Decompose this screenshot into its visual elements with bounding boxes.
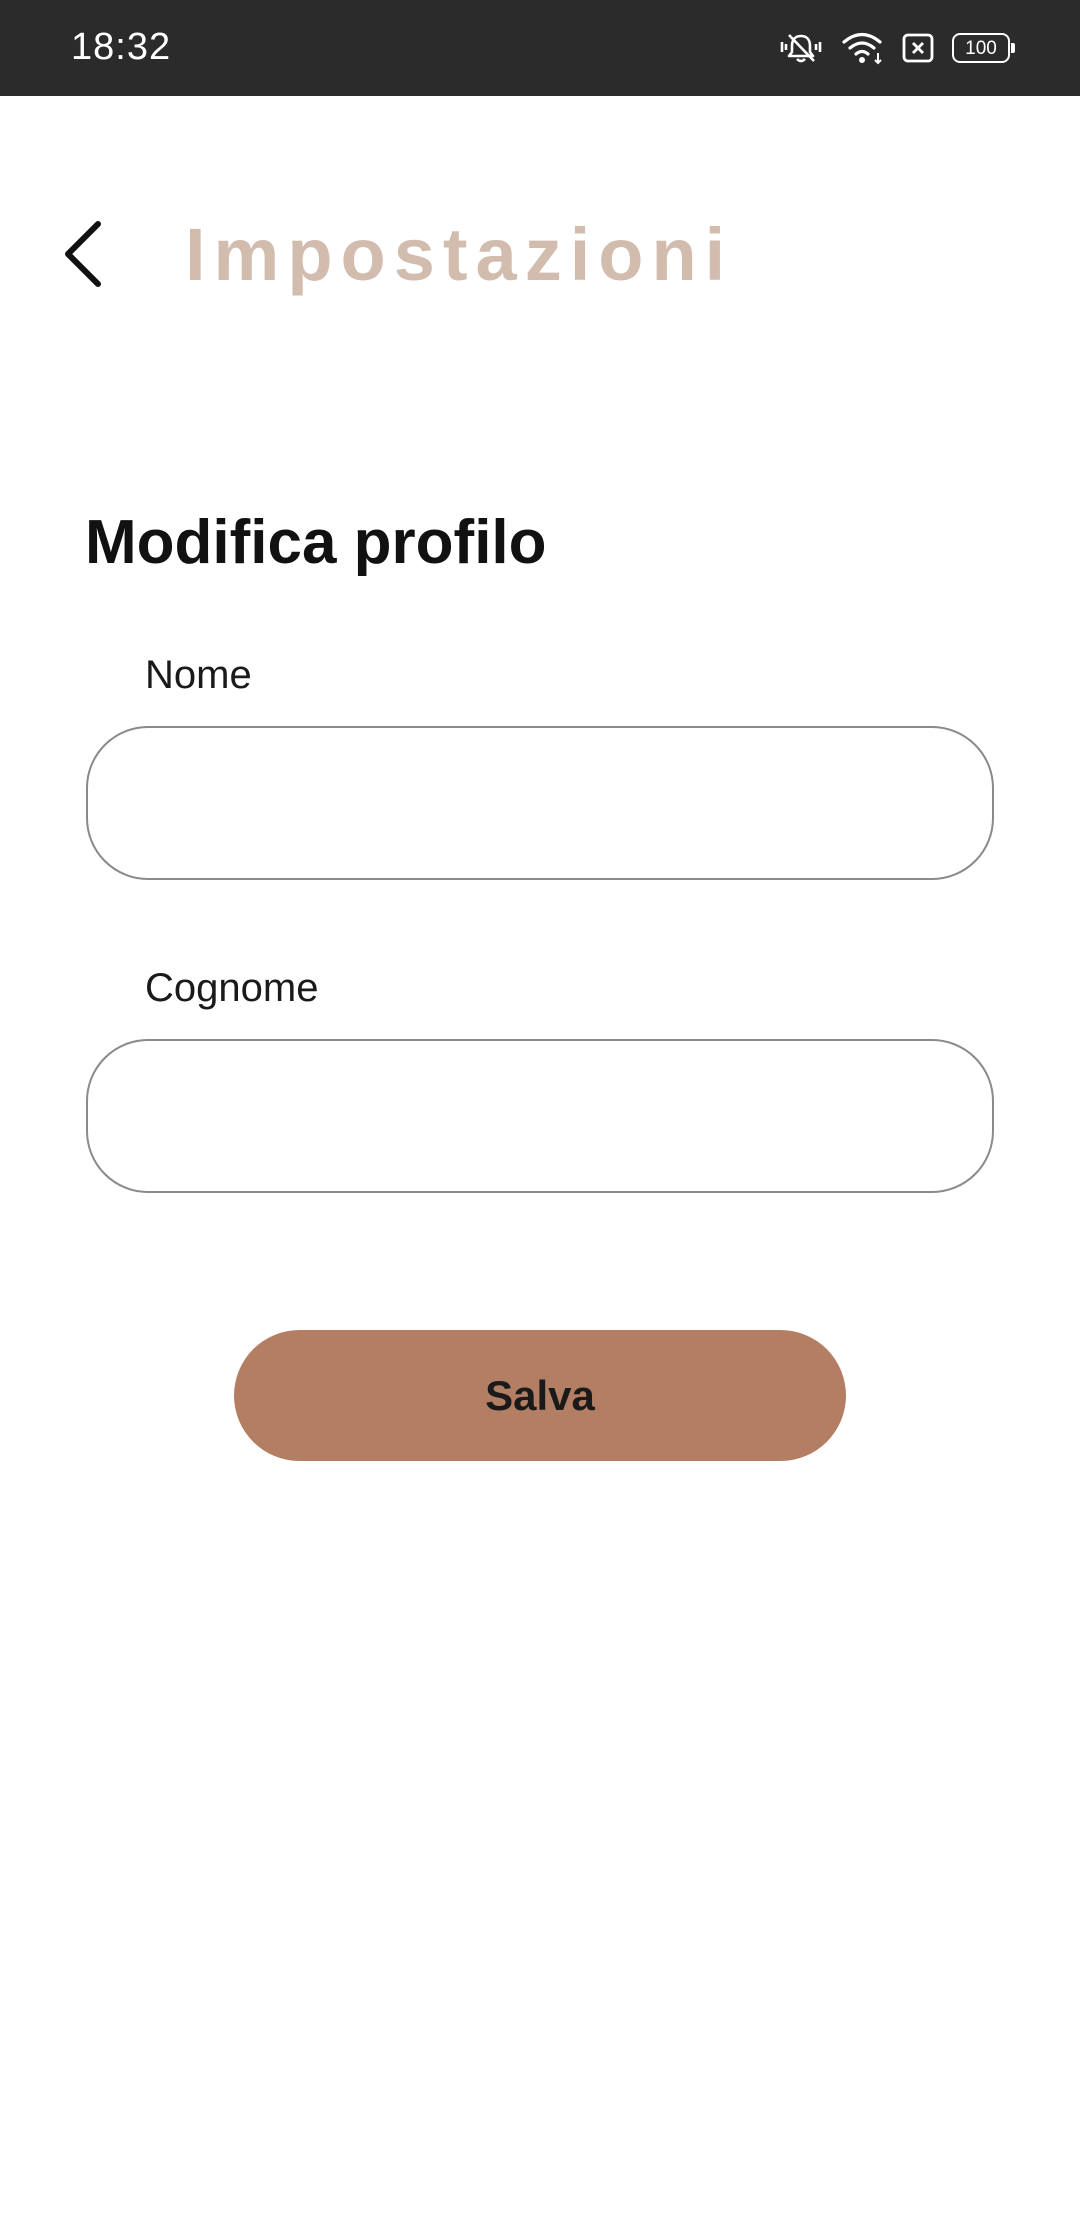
battery-icon: 100 xyxy=(952,33,1015,63)
first-name-label: Nome xyxy=(145,653,252,697)
sim-x-icon xyxy=(902,32,934,64)
status-bar: 18:32 100 xyxy=(0,0,1080,96)
back-button[interactable] xyxy=(58,218,114,290)
battery-level: 100 xyxy=(965,37,997,59)
vibrate-mute-icon xyxy=(778,31,824,65)
first-name-input[interactable] xyxy=(86,726,994,880)
last-name-label: Cognome xyxy=(145,966,319,1010)
page-title: Impostazioni xyxy=(185,213,734,296)
status-time: 18:32 xyxy=(71,26,172,68)
status-icons: 100 xyxy=(778,28,1015,68)
wifi-icon xyxy=(842,31,884,65)
section-title: Modifica profilo xyxy=(85,508,547,577)
last-name-input[interactable] xyxy=(86,1039,994,1193)
chevron-left-icon xyxy=(65,221,101,287)
save-button[interactable]: Salva xyxy=(234,1330,846,1461)
